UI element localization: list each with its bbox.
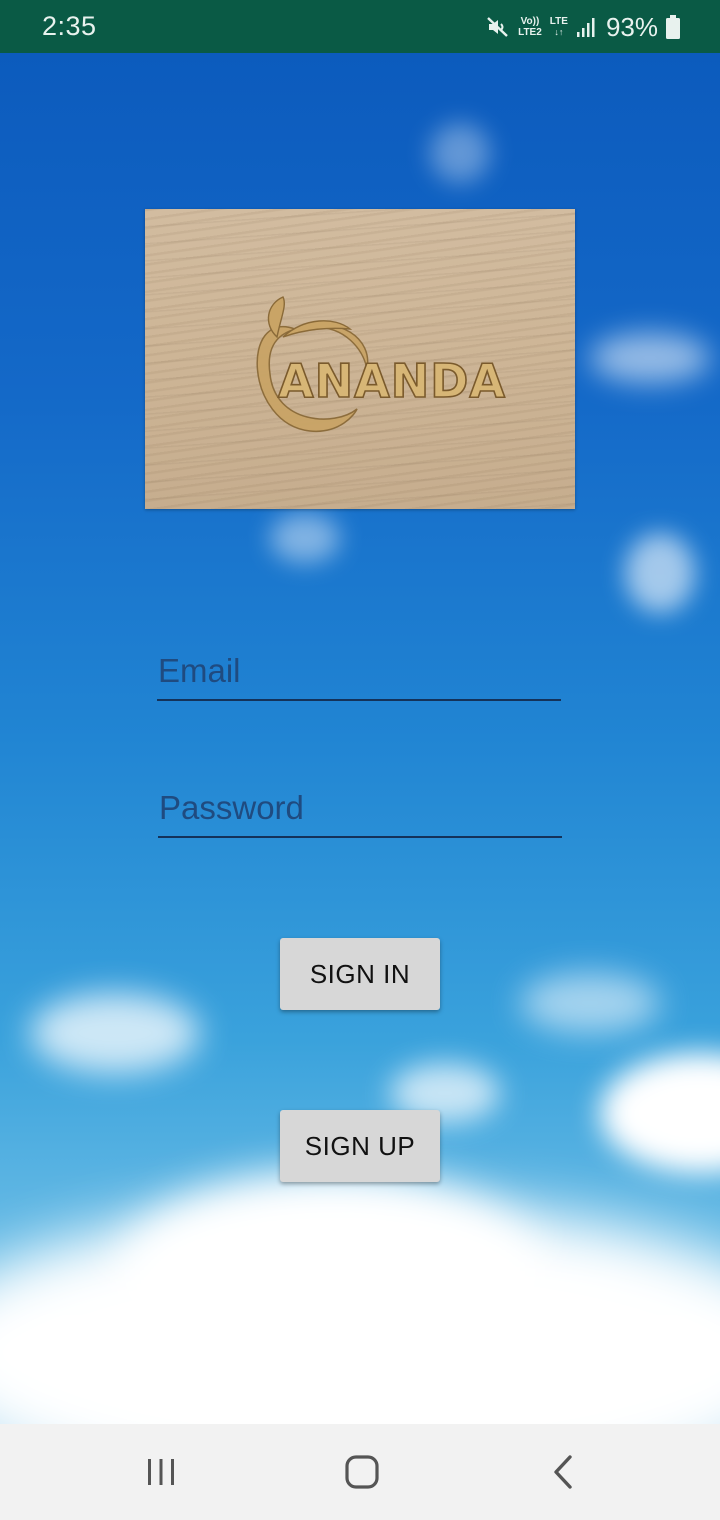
battery-icon — [666, 15, 680, 39]
recents-icon — [148, 1459, 174, 1485]
status-time: 2:35 — [42, 11, 97, 41]
sign-in-button[interactable]: SIGN IN — [280, 938, 440, 1010]
navigation-bar — [0, 1424, 720, 1520]
status-indicators: Vo)) LTE2 LTE ↓↑ 93% — [486, 12, 680, 42]
home-button[interactable] — [302, 1424, 422, 1520]
email-field[interactable] — [157, 648, 561, 701]
status-bar: 2:35 Vo)) LTE2 LTE ↓↑ 93% — [0, 0, 720, 53]
volte-label: Vo)) — [520, 16, 540, 27]
email-field-wrapper — [157, 648, 561, 701]
back-icon — [554, 1455, 572, 1489]
app-logo: ANANDA — [145, 209, 575, 509]
sign-up-button[interactable]: SIGN UP — [280, 1110, 440, 1182]
password-field-wrapper — [158, 785, 562, 838]
login-screen: 2:35 Vo)) LTE2 LTE ↓↑ 93% ANANDA Email S… — [0, 0, 720, 1520]
recents-button[interactable] — [101, 1424, 221, 1520]
lte2-label: LTE2 — [518, 27, 542, 38]
password-field[interactable] — [158, 785, 562, 838]
mute-icon — [486, 15, 510, 39]
signal-icon — [576, 16, 596, 38]
logo-text: ANANDA — [278, 354, 506, 408]
lte-data-icon: LTE ↓↑ — [549, 16, 568, 37]
back-button[interactable] — [503, 1424, 623, 1520]
home-icon — [345, 1455, 379, 1489]
volte-icon: Vo)) LTE2 — [518, 16, 542, 38]
battery-percent: 93% — [605, 11, 658, 42]
lte-label: LTE — [549, 16, 568, 27]
